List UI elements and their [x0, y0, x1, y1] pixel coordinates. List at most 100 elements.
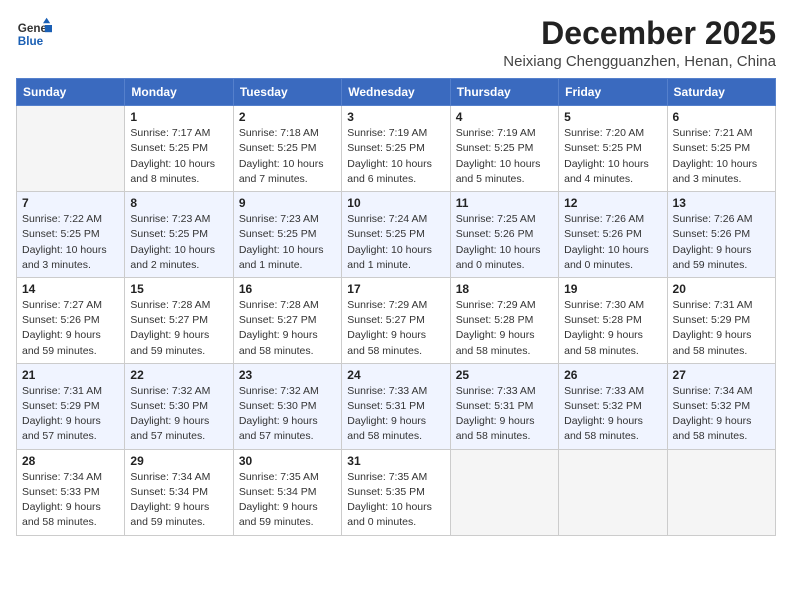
weekday-header-saturday: Saturday: [667, 79, 775, 106]
weekday-header-thursday: Thursday: [450, 79, 558, 106]
week-row-5: 28 Sunrise: 7:34 AMSunset: 5:33 PMDayligh…: [17, 449, 776, 535]
day-info: Sunrise: 7:34 AMSunset: 5:33 PMDaylight:…: [22, 470, 119, 531]
day-number: 13: [673, 196, 770, 210]
weekday-header-tuesday: Tuesday: [233, 79, 341, 106]
week-row-4: 21 Sunrise: 7:31 AMSunset: 5:29 PMDayligh…: [17, 363, 776, 449]
calendar-cell: 14 Sunrise: 7:27 AMSunset: 5:26 PMDayligh…: [17, 277, 125, 363]
calendar-cell: 19 Sunrise: 7:30 AMSunset: 5:28 PMDayligh…: [559, 277, 667, 363]
week-row-1: 1 Sunrise: 7:17 AMSunset: 5:25 PMDaylight…: [17, 106, 776, 192]
day-number: 7: [22, 196, 119, 210]
location-title: Neixiang Chengguanzhen, Henan, China: [503, 53, 776, 70]
calendar-cell: 7 Sunrise: 7:22 AMSunset: 5:25 PMDaylight…: [17, 192, 125, 278]
day-info: Sunrise: 7:30 AMSunset: 5:28 PMDaylight:…: [564, 298, 661, 359]
calendar-cell: 31 Sunrise: 7:35 AMSunset: 5:35 PMDayligh…: [342, 449, 450, 535]
calendar-cell: 6Sunrise: 7:21 AMSunset: 5:25 PMDaylight…: [667, 106, 775, 192]
calendar-cell: 30 Sunrise: 7:35 AMSunset: 5:34 PMDayligh…: [233, 449, 341, 535]
calendar-cell: 23Sunrise: 7:32 AMSunset: 5:30 PMDayligh…: [233, 363, 341, 449]
day-info: Sunrise: 7:22 AMSunset: 5:25 PMDaylight:…: [22, 212, 119, 273]
calendar-cell: 8Sunrise: 7:23 AMSunset: 5:25 PMDaylight…: [125, 192, 233, 278]
day-number: 19: [564, 282, 661, 296]
day-info: Sunrise: 7:26 AMSunset: 5:26 PMDaylight:…: [564, 212, 661, 273]
weekday-header-row: SundayMondayTuesdayWednesdayThursdayFrid…: [17, 79, 776, 106]
day-info: Sunrise: 7:32 AMSunset: 5:30 PMDaylight:…: [130, 384, 227, 445]
weekday-header-wednesday: Wednesday: [342, 79, 450, 106]
calendar-cell: 28 Sunrise: 7:34 AMSunset: 5:33 PMDayligh…: [17, 449, 125, 535]
calendar-cell: 3 Sunrise: 7:19 AMSunset: 5:25 PMDaylight…: [342, 106, 450, 192]
day-info: Sunrise: 7:18 AMSunset: 5:25 PMDaylight:…: [239, 126, 336, 187]
day-info: Sunrise: 7:19 AMSunset: 5:25 PMDaylight:…: [456, 126, 553, 187]
calendar-cell: [450, 449, 558, 535]
week-row-3: 14 Sunrise: 7:27 AMSunset: 5:26 PMDayligh…: [17, 277, 776, 363]
day-number: 12: [564, 196, 661, 210]
calendar-cell: 11 Sunrise: 7:25 AMSunset: 5:26 PMDayligh…: [450, 192, 558, 278]
day-info: Sunrise: 7:27 AMSunset: 5:26 PMDaylight:…: [22, 298, 119, 359]
day-info: Sunrise: 7:34 AMSunset: 5:32 PMDaylight:…: [673, 384, 770, 445]
day-number: 17: [347, 282, 444, 296]
calendar-cell: 2 Sunrise: 7:18 AMSunset: 5:25 PMDaylight…: [233, 106, 341, 192]
day-info: Sunrise: 7:35 AMSunset: 5:35 PMDaylight:…: [347, 470, 444, 531]
day-info: Sunrise: 7:33 AMSunset: 5:32 PMDaylight:…: [564, 384, 661, 445]
day-number: 23: [239, 368, 336, 382]
weekday-header-monday: Monday: [125, 79, 233, 106]
day-info: Sunrise: 7:20 AMSunset: 5:25 PMDaylight:…: [564, 126, 661, 187]
day-info: Sunrise: 7:34 AMSunset: 5:34 PMDaylight:…: [130, 470, 227, 531]
day-number: 31: [347, 454, 444, 468]
day-number: 25: [456, 368, 553, 382]
day-number: 24: [347, 368, 444, 382]
day-number: 27: [673, 368, 770, 382]
calendar-cell: 9Sunrise: 7:23 AMSunset: 5:25 PMDaylight…: [233, 192, 341, 278]
day-number: 29: [130, 454, 227, 468]
day-info: Sunrise: 7:31 AMSunset: 5:29 PMDaylight:…: [22, 384, 119, 445]
day-number: 28: [22, 454, 119, 468]
title-area: December 2025 Neixiang Chengguanzhen, He…: [503, 16, 776, 70]
day-number: 5: [564, 110, 661, 124]
day-info: Sunrise: 7:35 AMSunset: 5:34 PMDaylight:…: [239, 470, 336, 531]
day-number: 9: [239, 196, 336, 210]
calendar-cell: 22 Sunrise: 7:32 AMSunset: 5:30 PMDayligh…: [125, 363, 233, 449]
logo-icon: General Blue: [16, 16, 52, 52]
day-number: 8: [130, 196, 227, 210]
day-info: Sunrise: 7:19 AMSunset: 5:25 PMDaylight:…: [347, 126, 444, 187]
calendar-cell: 15 Sunrise: 7:28 AMSunset: 5:27 PMDayligh…: [125, 277, 233, 363]
day-number: 6: [673, 110, 770, 124]
calendar-cell: 25Sunrise: 7:33 AMSunset: 5:31 PMDayligh…: [450, 363, 558, 449]
day-info: Sunrise: 7:28 AMSunset: 5:27 PMDaylight:…: [130, 298, 227, 359]
calendar-cell: [667, 449, 775, 535]
weekday-header-friday: Friday: [559, 79, 667, 106]
day-number: 4: [456, 110, 553, 124]
day-number: 22: [130, 368, 227, 382]
day-number: 15: [130, 282, 227, 296]
day-info: Sunrise: 7:31 AMSunset: 5:29 PMDaylight:…: [673, 298, 770, 359]
day-number: 16: [239, 282, 336, 296]
day-number: 30: [239, 454, 336, 468]
logo: General Blue: [16, 16, 52, 52]
day-info: Sunrise: 7:25 AMSunset: 5:26 PMDaylight:…: [456, 212, 553, 273]
day-info: Sunrise: 7:17 AMSunset: 5:25 PMDaylight:…: [130, 126, 227, 187]
calendar-cell: 4 Sunrise: 7:19 AMSunset: 5:25 PMDaylight…: [450, 106, 558, 192]
day-number: 3: [347, 110, 444, 124]
calendar-cell: 26Sunrise: 7:33 AMSunset: 5:32 PMDayligh…: [559, 363, 667, 449]
day-info: Sunrise: 7:26 AMSunset: 5:26 PMDaylight:…: [673, 212, 770, 273]
calendar-cell: 1 Sunrise: 7:17 AMSunset: 5:25 PMDaylight…: [125, 106, 233, 192]
day-number: 21: [22, 368, 119, 382]
day-number: 14: [22, 282, 119, 296]
calendar-cell: 5 Sunrise: 7:20 AMSunset: 5:25 PMDaylight…: [559, 106, 667, 192]
calendar-cell: 24 Sunrise: 7:33 AMSunset: 5:31 PMDayligh…: [342, 363, 450, 449]
calendar-cell: 17Sunrise: 7:29 AMSunset: 5:27 PMDayligh…: [342, 277, 450, 363]
day-number: 20: [673, 282, 770, 296]
calendar-cell: 10Sunrise: 7:24 AMSunset: 5:25 PMDayligh…: [342, 192, 450, 278]
day-number: 11: [456, 196, 553, 210]
calendar-cell: 27 Sunrise: 7:34 AMSunset: 5:32 PMDayligh…: [667, 363, 775, 449]
day-number: 1: [130, 110, 227, 124]
day-number: 2: [239, 110, 336, 124]
day-info: Sunrise: 7:28 AMSunset: 5:27 PMDaylight:…: [239, 298, 336, 359]
calendar-cell: 18Sunrise: 7:29 AMSunset: 5:28 PMDayligh…: [450, 277, 558, 363]
day-number: 18: [456, 282, 553, 296]
calendar-table: SundayMondayTuesdayWednesdayThursdayFrid…: [16, 78, 776, 535]
calendar-cell: 13 Sunrise: 7:26 AMSunset: 5:26 PMDayligh…: [667, 192, 775, 278]
calendar-cell: [17, 106, 125, 192]
calendar-cell: 16 Sunrise: 7:28 AMSunset: 5:27 PMDayligh…: [233, 277, 341, 363]
week-row-2: 7 Sunrise: 7:22 AMSunset: 5:25 PMDaylight…: [17, 192, 776, 278]
day-info: Sunrise: 7:33 AMSunset: 5:31 PMDaylight:…: [347, 384, 444, 445]
day-info: Sunrise: 7:24 AMSunset: 5:25 PMDaylight:…: [347, 212, 444, 273]
